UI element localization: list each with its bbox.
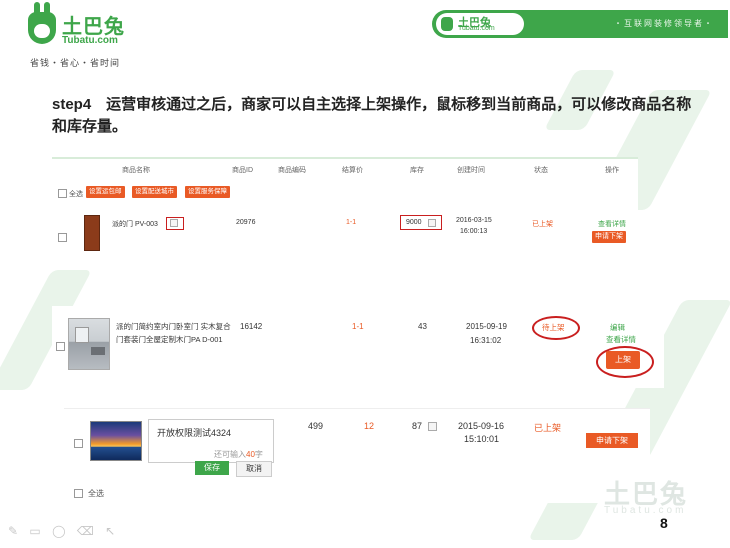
edit-stock-icon[interactable] bbox=[428, 422, 437, 431]
table-header: 商品名称 商品ID 商品编码 结算价 库存 创建时间 状态 操作 bbox=[52, 159, 638, 179]
created-time: 16:31:02 bbox=[470, 336, 502, 345]
banner-logo: 土巴兔 Tubatu.com bbox=[436, 13, 524, 35]
product-thumbnail bbox=[90, 421, 142, 461]
table-row: 派的门 PV-003 20976 1-1 9000 2016-03-15 16:… bbox=[52, 207, 638, 265]
stock-value: 9000 bbox=[406, 219, 422, 226]
stock-value: 43 bbox=[418, 322, 427, 331]
product-name: 派的门简约室内门卧室门 实木复合门套装门全屋定制木门PA D-001 bbox=[116, 322, 231, 344]
header-banner: 土巴兔 Tubatu.com ・互联网装修领导者・ bbox=[432, 10, 728, 38]
step-heading: step4 运营审核通过之后，商家可以自主选择上架操作，鼠标移到当前商品，可以修… bbox=[52, 96, 692, 135]
watermark-url: Tubatu.com bbox=[604, 505, 687, 516]
edit-link[interactable]: 编辑 bbox=[610, 322, 625, 333]
col-stock: 库存 bbox=[410, 167, 424, 174]
pointer-icon[interactable]: ↖ bbox=[105, 524, 115, 538]
col-id: 商品ID bbox=[232, 167, 253, 174]
row-checkbox[interactable] bbox=[74, 439, 83, 448]
col-price: 结算价 bbox=[342, 167, 363, 174]
col-status: 状态 bbox=[534, 167, 548, 174]
bulk-action-row: 全选 设置运包邮 设置配送城市 设置服务保障 bbox=[52, 185, 638, 201]
set-free-shipping-button[interactable]: 设置运包邮 bbox=[86, 186, 125, 198]
product-name: 派的门 PV-003 bbox=[112, 221, 158, 228]
product-name-input[interactable]: 开放权限测试4324 bbox=[157, 426, 231, 439]
created-time: 15:10:01 bbox=[464, 434, 500, 444]
view-details-link[interactable]: 查看详情 bbox=[598, 219, 626, 229]
row-checkbox[interactable] bbox=[58, 233, 67, 242]
product-thumbnail bbox=[68, 318, 110, 370]
edit-stock-icon[interactable] bbox=[428, 219, 436, 227]
bunny-logo-icon bbox=[28, 2, 56, 44]
settle-price: 1-1 bbox=[346, 219, 357, 226]
select-all-label: 全选 bbox=[69, 191, 83, 198]
settle-price: 1-1 bbox=[352, 322, 364, 331]
slide-toolbar: ✎ ▭ ◯ ⌫ ↖ bbox=[8, 524, 123, 538]
select-all-checkbox[interactable] bbox=[74, 489, 83, 498]
created-date: 2015-09-16 bbox=[458, 421, 505, 431]
created-date: 2016-03-15 bbox=[456, 217, 492, 224]
product-id: 499 bbox=[308, 421, 324, 431]
logo: 土巴兔 Tubatu.com 省钱・省心・省时间 bbox=[28, 2, 138, 70]
logo-url: Tubatu.com bbox=[62, 35, 118, 46]
product-table-panel: 商品名称 商品ID 商品编码 结算价 库存 创建时间 状态 操作 全选 设置运包… bbox=[52, 157, 638, 267]
banner-tagline: ・互联网装修领导者・ bbox=[614, 19, 714, 28]
product-thumbnail bbox=[84, 215, 100, 251]
product-row-panel: 派的门简约室内门卧室门 实木复合门套装门全屋定制木门PA D-001 16142… bbox=[52, 306, 664, 388]
page-number: 8 bbox=[660, 515, 668, 531]
edit-name-icon[interactable] bbox=[170, 219, 178, 227]
created-time: 16:00:13 bbox=[460, 228, 488, 235]
view-details-link[interactable]: 查看详情 bbox=[606, 334, 636, 345]
select-all-label: 全选 bbox=[88, 489, 104, 498]
set-delivery-city-button[interactable]: 设置配送城市 bbox=[132, 186, 177, 198]
select-all-checkbox[interactable] bbox=[58, 189, 67, 198]
set-service-guarantee-button[interactable]: 设置服务保障 bbox=[185, 186, 230, 198]
pen-icon[interactable]: ✎ bbox=[8, 524, 18, 538]
settle-price: 12 bbox=[364, 421, 375, 431]
highlighter-icon[interactable]: ▭ bbox=[29, 524, 40, 538]
created-date: 2015-09-19 bbox=[466, 322, 507, 331]
product-id: 16142 bbox=[240, 322, 263, 331]
apply-delist-button[interactable]: 申请下架 bbox=[592, 231, 626, 243]
apply-delist-button[interactable]: 申请下架 bbox=[586, 433, 638, 448]
banner-logo-url: Tubatu.com bbox=[458, 25, 495, 32]
lasso-icon[interactable]: ◯ bbox=[52, 524, 65, 538]
char-count-hint: 还可输入40字 bbox=[214, 450, 263, 459]
product-id: 20976 bbox=[236, 219, 256, 226]
product-row-panel: 开放权限测试4324 还可输入40字 保存 取消 499 12 87 2015-… bbox=[64, 408, 650, 503]
status-badge: 已上架 bbox=[532, 221, 553, 228]
col-created: 创建时间 bbox=[457, 167, 485, 174]
cancel-button[interactable]: 取消 bbox=[236, 461, 272, 477]
col-code: 商品编码 bbox=[278, 167, 306, 174]
stock-value: 87 bbox=[412, 421, 423, 431]
col-actions: 操作 bbox=[605, 167, 619, 174]
bunny-mini-icon bbox=[441, 17, 453, 31]
logo-slogan: 省钱・省心・省时间 bbox=[30, 58, 121, 68]
save-button[interactable]: 保存 bbox=[195, 461, 229, 475]
eraser-icon[interactable]: ⌫ bbox=[77, 524, 94, 538]
status-badge: 待上架 bbox=[542, 323, 565, 332]
status-badge: 已上架 bbox=[534, 423, 562, 433]
list-on-shelf-button[interactable]: 上架 bbox=[606, 351, 640, 369]
col-name: 商品名称 bbox=[122, 167, 150, 174]
row-checkbox[interactable] bbox=[56, 342, 65, 351]
